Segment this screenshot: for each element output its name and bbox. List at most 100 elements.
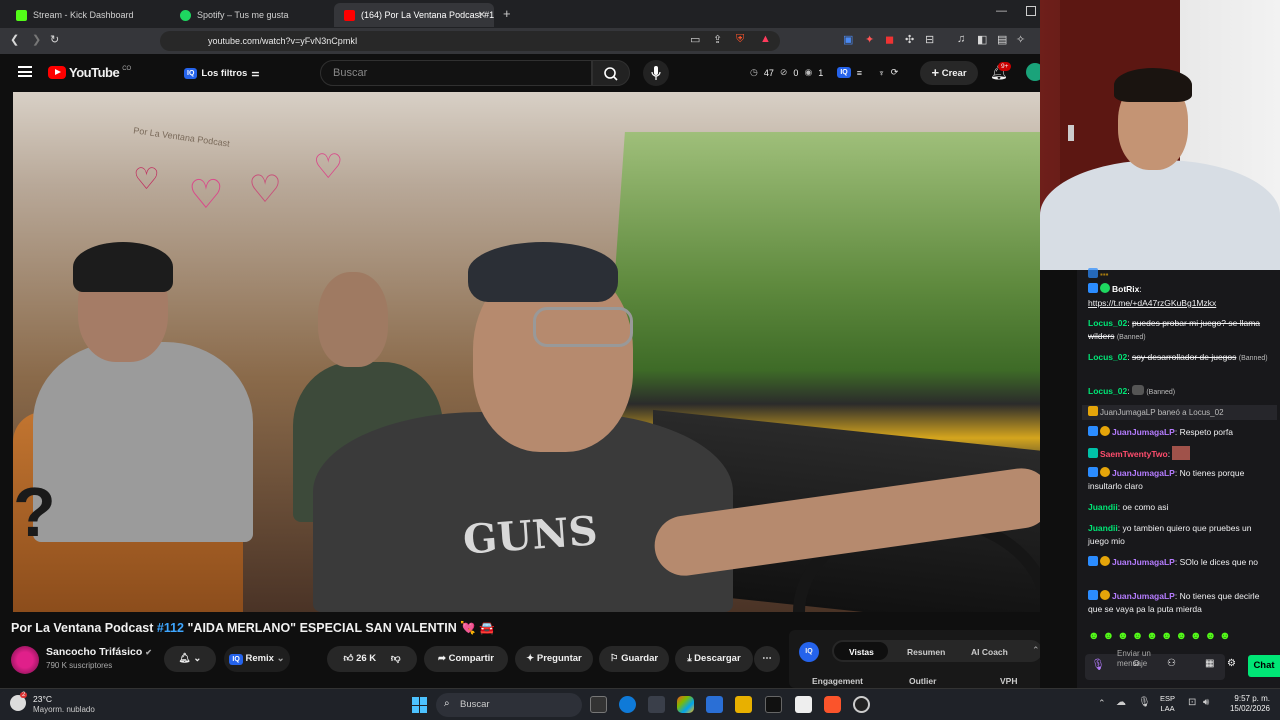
folder-icon[interactable] xyxy=(735,696,752,713)
channel-name[interactable]: Sancocho Trifásico ✔ xyxy=(46,646,152,658)
trophy-icon[interactable]: ♆ xyxy=(878,68,885,78)
list-icon[interactable]: ≡ xyxy=(857,68,862,78)
settings-gear-icon[interactable]: ⚙ xyxy=(1227,658,1236,669)
tab-spotify[interactable]: Spotify – Tus me gusta xyxy=(170,3,330,27)
iq-icon: IQ xyxy=(229,654,243,665)
voice-search-button[interactable] xyxy=(643,60,669,86)
extensions-puzzle-icon[interactable]: ✣ xyxy=(905,33,914,46)
filters-button[interactable]: IQ Los filtros ⚌ xyxy=(184,63,259,83)
reload-icon[interactable]: ↻ xyxy=(50,33,59,46)
maximize-icon[interactable] xyxy=(1026,6,1036,16)
leo-icon[interactable]: ✧ xyxy=(1016,33,1025,46)
tab-youtube[interactable]: (164) Por La Ventana Podcast #1 ✕ xyxy=(334,3,494,27)
volume-icon[interactable]: 🔊︎ xyxy=(1203,697,1209,708)
search-input[interactable]: Buscar xyxy=(320,60,592,86)
tab-resumen[interactable]: Resumen xyxy=(907,647,945,657)
more-actions-button[interactable]: ⋯ xyxy=(754,646,780,672)
youtube-logo[interactable]: YouTube CO xyxy=(48,65,131,80)
task-view-icon[interactable] xyxy=(590,696,607,713)
chat-message: BotRix: xyxy=(1088,283,1274,296)
chat-username[interactable]: Locus_02 xyxy=(1088,386,1127,396)
banned-label: (Banned) xyxy=(1116,334,1146,341)
share-button[interactable]: ➦ Compartir xyxy=(424,646,508,672)
tab-kick[interactable]: Stream - Kick Dashboard xyxy=(6,3,166,27)
media-icon[interactable]: ♫ xyxy=(957,33,965,45)
thumbs-down-icon[interactable]: 👎︎ xyxy=(391,653,401,664)
microphone-icon[interactable]: 🎙︎ xyxy=(1091,658,1105,671)
terminal-icon[interactable] xyxy=(765,696,782,713)
download-button[interactable]: ⤓ Descargar xyxy=(675,646,753,672)
language-indicator[interactable]: ESP LAA xyxy=(1160,694,1175,714)
chat-username[interactable]: JuanJumagaLP xyxy=(1112,427,1175,437)
forward-icon[interactable]: ❯ xyxy=(32,33,41,46)
store-icon[interactable] xyxy=(706,696,723,713)
save-button[interactable]: ⚐ Guardar xyxy=(599,646,669,672)
tab-search-icon[interactable]: ⊟ xyxy=(925,33,934,46)
chat-username[interactable]: BotRix xyxy=(1112,284,1139,294)
windows-start-icon[interactable] xyxy=(412,697,428,713)
subscribed-bell-button[interactable]: 🔔︎ ⌄ xyxy=(164,646,216,672)
chat-username[interactable]: Locus_02 xyxy=(1088,318,1127,328)
share-icon[interactable]: ⇪ xyxy=(713,33,722,46)
chat-username[interactable]: JuanJumagaLP xyxy=(1112,557,1175,567)
tab-title: Stream - Kick Dashboard xyxy=(33,10,134,20)
menu-icon[interactable] xyxy=(18,66,32,77)
sidebar-icon[interactable]: ◧ xyxy=(977,33,987,46)
chat-link[interactable]: https://t.me/+dA47rzGKuBg1Mzkx xyxy=(1088,297,1274,310)
remix-button[interactable]: IQ Remix ⌄ xyxy=(224,646,290,672)
tab-ai-coach[interactable]: AI Coach xyxy=(971,647,1008,657)
chat-username[interactable]: SaemTwentyTwo xyxy=(1100,449,1168,459)
brave-rewards-icon[interactable]: ▲ xyxy=(760,33,771,45)
chat-username[interactable]: JuanJumagaLP xyxy=(1112,591,1175,601)
edge-icon[interactable] xyxy=(619,696,636,713)
chevron-up-icon[interactable]: ⌃ xyxy=(1032,645,1040,656)
chevron-up-icon[interactable]: ⌃ xyxy=(1098,698,1106,709)
app-icon[interactable] xyxy=(795,696,812,713)
video-player[interactable]: GUNS ? Por La Ventana Podcast ♡ ♡ ♡ ♡ xyxy=(13,92,1040,612)
copilot-icon[interactable] xyxy=(677,696,694,713)
chat-username[interactable]: Juandii xyxy=(1088,502,1118,512)
ask-button[interactable]: ✦ Preguntar xyxy=(515,646,593,672)
extension-icon[interactable]: ◼ xyxy=(885,33,894,46)
header-stats: ◷ 47 ⊘ 0 ◉ 1 IQ ≡ ♆ ⟳ xyxy=(750,67,898,78)
translate-icon[interactable]: ▣ xyxy=(843,33,853,46)
back-icon[interactable]: ❮ xyxy=(10,33,19,46)
title-hashtag[interactable]: #112 xyxy=(157,621,184,635)
close-tab-icon[interactable]: ✕ xyxy=(478,10,486,21)
search-button[interactable] xyxy=(592,60,630,86)
weather-badge: 2 xyxy=(20,692,28,698)
minimize-icon[interactable]: — xyxy=(996,5,1007,17)
url-field[interactable]: youtube.com/watch?v=yFvN3nCpmkI xyxy=(160,31,780,51)
extension-icon[interactable]: ✦ xyxy=(865,33,874,46)
chat-username[interactable]: JuanJumagaLP xyxy=(1100,408,1155,417)
chat-send-button[interactable]: Chat xyxy=(1248,655,1280,677)
tray-icon[interactable]: ☁ xyxy=(1116,697,1126,708)
taskbar-search[interactable]: Buscar xyxy=(436,693,582,717)
obs-icon[interactable] xyxy=(853,696,870,713)
tab-vistas[interactable]: Vistas xyxy=(849,647,874,657)
channel-avatar[interactable] xyxy=(11,646,39,674)
create-button[interactable]: + Crear xyxy=(920,61,978,85)
mic-tray-icon[interactable]: 🎙︎ xyxy=(1138,697,1151,708)
like-count: 26 K xyxy=(356,653,377,664)
emote-picker-icon[interactable]: ☺ xyxy=(1131,658,1141,669)
avatar[interactable] xyxy=(1026,63,1040,81)
file-explorer-icon[interactable] xyxy=(648,696,665,713)
chat-username[interactable]: Locus_02 xyxy=(1088,352,1127,362)
refresh-icon[interactable]: ⟳ xyxy=(891,67,899,78)
clock[interactable]: 9:57 p. m. 15/02/2026 xyxy=(1228,694,1270,714)
new-tab-button[interactable]: + xyxy=(503,6,511,21)
network-icon[interactable]: ⊡ xyxy=(1188,697,1196,708)
chat-username[interactable]: JuanJumagaLP xyxy=(1112,468,1175,478)
brave-shield-icon[interactable]: ⛨ xyxy=(736,33,744,46)
wallet-icon[interactable]: ▤ xyxy=(997,33,1007,46)
chat-username[interactable]: Juandii xyxy=(1088,523,1118,533)
brave-icon[interactable] xyxy=(824,696,841,713)
banned-label: (Banned) xyxy=(1146,389,1176,396)
cast-icon[interactable]: ▭ xyxy=(690,33,700,46)
store-icon[interactable]: ▦ xyxy=(1205,658,1214,669)
users-icon[interactable]: ⚇ xyxy=(1167,658,1176,669)
emote-bar[interactable]: ☻☻☻☻☻☻☻☻☻☻ xyxy=(1088,630,1234,642)
like-button[interactable]: 👍︎ 26 K xyxy=(344,653,377,664)
iq-icon[interactable]: IQ xyxy=(837,67,851,78)
